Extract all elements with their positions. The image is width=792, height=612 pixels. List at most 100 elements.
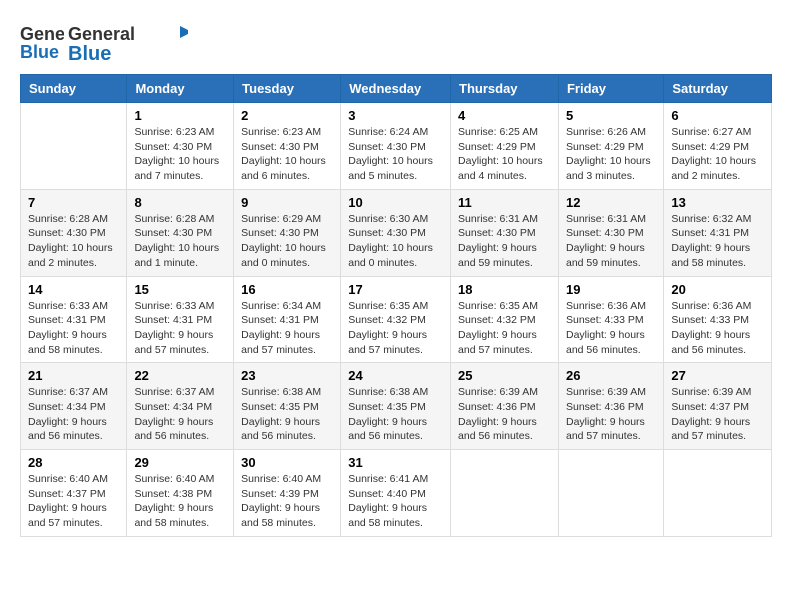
day-cell: 26 Sunrise: 6:39 AMSunset: 4:36 PMDayligh… — [558, 363, 663, 450]
day-info: Sunrise: 6:34 AMSunset: 4:31 PMDaylight:… — [241, 299, 333, 358]
day-number: 21 — [28, 368, 119, 383]
day-cell: 8 Sunrise: 6:28 AMSunset: 4:30 PMDaylight… — [127, 189, 234, 276]
day-number: 31 — [348, 455, 443, 470]
day-number: 25 — [458, 368, 551, 383]
header-friday: Friday — [558, 75, 663, 103]
day-number: 27 — [671, 368, 764, 383]
day-number: 16 — [241, 282, 333, 297]
day-cell: 27 Sunrise: 6:39 AMSunset: 4:37 PMDayligh… — [664, 363, 772, 450]
day-info: Sunrise: 6:35 AMSunset: 4:32 PMDaylight:… — [348, 299, 443, 358]
day-cell: 13 Sunrise: 6:32 AMSunset: 4:31 PMDayligh… — [664, 189, 772, 276]
day-cell: 21 Sunrise: 6:37 AMSunset: 4:34 PMDayligh… — [21, 363, 127, 450]
day-info: Sunrise: 6:38 AMSunset: 4:35 PMDaylight:… — [241, 385, 333, 444]
day-number: 15 — [134, 282, 226, 297]
day-info: Sunrise: 6:28 AMSunset: 4:30 PMDaylight:… — [134, 212, 226, 271]
day-info: Sunrise: 6:29 AMSunset: 4:30 PMDaylight:… — [241, 212, 333, 271]
day-info: Sunrise: 6:32 AMSunset: 4:31 PMDaylight:… — [671, 212, 764, 271]
day-number: 6 — [671, 108, 764, 123]
day-number: 11 — [458, 195, 551, 210]
day-number: 8 — [134, 195, 226, 210]
logo-svg: General Blue — [68, 20, 188, 64]
day-cell — [664, 450, 772, 537]
day-info: Sunrise: 6:37 AMSunset: 4:34 PMDaylight:… — [28, 385, 119, 444]
svg-text:Blue: Blue — [20, 42, 59, 62]
day-number: 20 — [671, 282, 764, 297]
day-info: Sunrise: 6:33 AMSunset: 4:31 PMDaylight:… — [134, 299, 226, 358]
header-saturday: Saturday — [664, 75, 772, 103]
week-row-5: 28 Sunrise: 6:40 AMSunset: 4:37 PMDayligh… — [21, 450, 772, 537]
header-sunday: Sunday — [21, 75, 127, 103]
week-row-4: 21 Sunrise: 6:37 AMSunset: 4:34 PMDayligh… — [21, 363, 772, 450]
day-number: 7 — [28, 195, 119, 210]
svg-text:General: General — [68, 24, 135, 44]
day-cell: 16 Sunrise: 6:34 AMSunset: 4:31 PMDayligh… — [234, 276, 341, 363]
header-tuesday: Tuesday — [234, 75, 341, 103]
day-cell: 4 Sunrise: 6:25 AMSunset: 4:29 PMDaylight… — [451, 103, 559, 190]
week-row-2: 7 Sunrise: 6:28 AMSunset: 4:30 PMDaylight… — [21, 189, 772, 276]
day-number: 13 — [671, 195, 764, 210]
day-info: Sunrise: 6:36 AMSunset: 4:33 PMDaylight:… — [566, 299, 656, 358]
day-info: Sunrise: 6:28 AMSunset: 4:30 PMDaylight:… — [28, 212, 119, 271]
day-cell: 31Sunrise: 6:41 AMSunset: 4:40 PMDayligh… — [341, 450, 451, 537]
day-cell: 25 Sunrise: 6:39 AMSunset: 4:36 PMDayligh… — [451, 363, 559, 450]
day-info: Sunrise: 6:37 AMSunset: 4:34 PMDaylight:… — [134, 385, 226, 444]
day-info: Sunrise: 6:35 AMSunset: 4:32 PMDaylight:… — [458, 299, 551, 358]
day-number: 9 — [241, 195, 333, 210]
day-cell: 12Sunrise: 6:31 AMSunset: 4:30 PMDayligh… — [558, 189, 663, 276]
page-header: General Blue General Blue — [20, 20, 772, 64]
day-cell: 23Sunrise: 6:38 AMSunset: 4:35 PMDayligh… — [234, 363, 341, 450]
day-number: 3 — [348, 108, 443, 123]
svg-text:General: General — [20, 24, 64, 44]
day-info: Sunrise: 6:25 AMSunset: 4:29 PMDaylight:… — [458, 125, 551, 184]
logo-icon: General Blue — [20, 20, 64, 64]
day-cell: 19 Sunrise: 6:36 AMSunset: 4:33 PMDayligh… — [558, 276, 663, 363]
day-number: 4 — [458, 108, 551, 123]
day-cell: 20 Sunrise: 6:36 AMSunset: 4:33 PMDayligh… — [664, 276, 772, 363]
day-cell: 5 Sunrise: 6:26 AMSunset: 4:29 PMDaylight… — [558, 103, 663, 190]
header-monday: Monday — [127, 75, 234, 103]
day-number: 2 — [241, 108, 333, 123]
day-cell: 14Sunrise: 6:33 AMSunset: 4:31 PMDayligh… — [21, 276, 127, 363]
day-number: 28 — [28, 455, 119, 470]
week-row-1: 1Sunrise: 6:23 AMSunset: 4:30 PMDaylight… — [21, 103, 772, 190]
day-info: Sunrise: 6:40 AMSunset: 4:38 PMDaylight:… — [134, 472, 226, 531]
day-number: 5 — [566, 108, 656, 123]
day-number: 10 — [348, 195, 443, 210]
day-info: Sunrise: 6:31 AMSunset: 4:30 PMDaylight:… — [566, 212, 656, 271]
day-cell — [558, 450, 663, 537]
day-info: Sunrise: 6:31 AMSunset: 4:30 PMDaylight:… — [458, 212, 551, 271]
svg-text:Blue: Blue — [68, 43, 111, 64]
day-info: Sunrise: 6:27 AMSunset: 4:29 PMDaylight:… — [671, 125, 764, 184]
day-info: Sunrise: 6:39 AMSunset: 4:36 PMDaylight:… — [566, 385, 656, 444]
day-cell — [21, 103, 127, 190]
day-info: Sunrise: 6:40 AMSunset: 4:37 PMDaylight:… — [28, 472, 119, 531]
day-cell: 3Sunrise: 6:24 AMSunset: 4:30 PMDaylight… — [341, 103, 451, 190]
day-number: 18 — [458, 282, 551, 297]
day-cell: 15 Sunrise: 6:33 AMSunset: 4:31 PMDayligh… — [127, 276, 234, 363]
day-cell: 10 Sunrise: 6:30 AMSunset: 4:30 PMDayligh… — [341, 189, 451, 276]
day-number: 26 — [566, 368, 656, 383]
day-number: 29 — [134, 455, 226, 470]
day-info: Sunrise: 6:38 AMSunset: 4:35 PMDaylight:… — [348, 385, 443, 444]
day-info: Sunrise: 6:39 AMSunset: 4:36 PMDaylight:… — [458, 385, 551, 444]
day-info: Sunrise: 6:23 AMSunset: 4:30 PMDaylight:… — [134, 125, 226, 184]
day-info: Sunrise: 6:39 AMSunset: 4:37 PMDaylight:… — [671, 385, 764, 444]
day-number: 19 — [566, 282, 656, 297]
day-number: 24 — [348, 368, 443, 383]
day-cell: 6 Sunrise: 6:27 AMSunset: 4:29 PMDaylight… — [664, 103, 772, 190]
day-number: 14 — [28, 282, 119, 297]
day-number: 30 — [241, 455, 333, 470]
day-number: 22 — [134, 368, 226, 383]
calendar-table: SundayMondayTuesdayWednesdayThursdayFrid… — [20, 74, 772, 537]
day-cell: 7 Sunrise: 6:28 AMSunset: 4:30 PMDaylight… — [21, 189, 127, 276]
day-cell: 18 Sunrise: 6:35 AMSunset: 4:32 PMDayligh… — [451, 276, 559, 363]
day-cell: 11 Sunrise: 6:31 AMSunset: 4:30 PMDayligh… — [451, 189, 559, 276]
day-info: Sunrise: 6:30 AMSunset: 4:30 PMDaylight:… — [348, 212, 443, 271]
day-info: Sunrise: 6:36 AMSunset: 4:33 PMDaylight:… — [671, 299, 764, 358]
day-cell: 17 Sunrise: 6:35 AMSunset: 4:32 PMDayligh… — [341, 276, 451, 363]
day-cell: 28 Sunrise: 6:40 AMSunset: 4:37 PMDayligh… — [21, 450, 127, 537]
day-cell — [451, 450, 559, 537]
week-row-3: 14 Sunrise: 6:33 AMSunset: 4:31 PMDayligh… — [21, 276, 772, 363]
day-number: 17 — [348, 282, 443, 297]
day-info: Sunrise: 6:26 AMSunset: 4:29 PMDaylight:… — [566, 125, 656, 184]
